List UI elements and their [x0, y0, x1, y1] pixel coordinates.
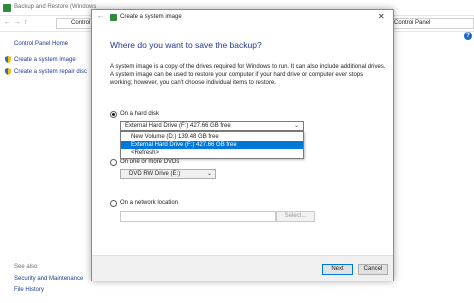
see-also-file-history[interactable]: File History [14, 287, 44, 293]
help-icon[interactable]: ? [464, 32, 472, 40]
radio-dvds[interactable] [110, 159, 117, 166]
dropdown-item-selected[interactable]: External Hard Drive (F:) 427.66 GB free [121, 141, 303, 149]
select-network-button[interactable]: Select... [276, 211, 315, 222]
sidebar-link-home[interactable]: Control Panel Home [14, 41, 68, 47]
hard-disk-select[interactable]: External Hard Drive (F:) 427.66 GB free … [120, 121, 304, 131]
network-location-input[interactable] [120, 211, 276, 222]
radio-dvds-label[interactable]: On one or more DVDs [120, 159, 179, 165]
chevron-down-icon: ⌄ [207, 171, 213, 177]
create-system-image-dialog: ← Create a system image ✕ Where do you w… [91, 9, 394, 281]
sidebar-link-create-disc[interactable]: Create a system repair disc [14, 69, 87, 75]
nav-arrows-icon[interactable]: ←→↑ [4, 19, 31, 26]
see-also-security[interactable]: Security and Maintenance [14, 276, 83, 282]
see-also-heading: See also [14, 264, 38, 270]
control-panel-crumb[interactable]: Control Panel [394, 20, 430, 26]
radio-network-label[interactable]: On a network location [120, 200, 178, 206]
shield-icon [5, 68, 11, 75]
shield-icon [5, 56, 11, 63]
sidebar-link-create-image[interactable]: Create a system image [14, 57, 76, 63]
dialog-heading: Where do you want to save the backup? [110, 40, 262, 50]
backup-restore-app-icon [3, 4, 11, 12]
back-arrow-icon[interactable]: ← [97, 13, 104, 20]
radio-hard-disk[interactable] [110, 111, 117, 118]
dropdown-item[interactable]: New Volume (D:) 139.48 GB free [121, 133, 303, 141]
dropdown-item-refresh[interactable]: <Refresh> [121, 149, 303, 157]
dvd-select[interactable]: DVD RW Drive (E:) ⌄ [120, 169, 216, 179]
hard-disk-selected-value: External Hard Drive (F:) 427.66 GB free [125, 123, 231, 129]
dialog-description: A system image is a copy of the drives r… [110, 64, 386, 87]
dialog-title: Create a system image [120, 14, 182, 20]
close-icon[interactable]: ✕ [378, 12, 385, 21]
dvd-selected-value: DVD RW Drive (E:) [129, 171, 181, 177]
window-title: Backup and Restore (Windows [14, 4, 97, 10]
hard-disk-dropdown-list: New Volume (D:) 139.48 GB free External … [120, 131, 304, 159]
radio-hard-disk-label[interactable]: On a hard disk [120, 111, 159, 117]
chevron-down-icon: ⌄ [294, 123, 300, 129]
address-crumb[interactable]: Control [71, 20, 90, 26]
next-button[interactable]: Next [322, 264, 353, 275]
cancel-button[interactable]: Cancel [358, 264, 388, 275]
system-image-icon [110, 14, 117, 21]
radio-network[interactable] [110, 200, 117, 207]
